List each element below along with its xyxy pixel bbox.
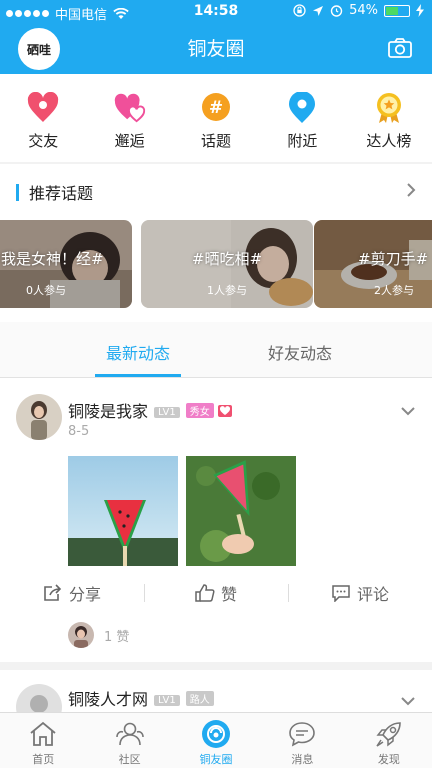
bottom-tab-bar: 首页 社区 铜友圈 消息 发现 [0, 712, 432, 768]
post-date: 8-5 [68, 424, 90, 439]
hash-icon: # [200, 92, 232, 124]
likes-count: 1 赞 [104, 629, 130, 645]
message-icon [287, 719, 317, 749]
nav-bar: 硒哇 铜友圈 [0, 24, 432, 74]
battery-percent: 54% [349, 3, 378, 18]
home-icon [28, 719, 58, 749]
topic-count: 1人参与 [207, 284, 247, 297]
feed-post: 铜陵人才网 LV1 路人 [0, 670, 432, 712]
heart-pin-icon [27, 92, 59, 124]
status-bar: 中国电信 14:58 54% [0, 0, 432, 24]
category-topics[interactable]: # 话题 [173, 74, 259, 162]
page-title: 铜友圈 [187, 38, 245, 60]
topic-card[interactable]: #我是女神！经# 0人参与 [0, 220, 132, 308]
tab-circle[interactable]: 铜友圈 [173, 713, 259, 768]
location-pin-icon [286, 92, 318, 124]
community-icon [115, 719, 145, 749]
topic-title: #剪刀手# [358, 250, 429, 268]
comment-button[interactable]: 评论 [288, 578, 432, 608]
category-nearby[interactable]: 附近 [259, 74, 345, 162]
likes-row[interactable]: 1 赞 [68, 622, 268, 648]
topic-card[interactable]: #剪刀手# 2人参与 [314, 220, 432, 308]
charging-icon [416, 4, 424, 17]
category-make-friends[interactable]: 交友 [0, 74, 86, 162]
topic-count: 2人参与 [374, 284, 414, 297]
post-username[interactable]: 铜陵是我家 LV1 秀女 [68, 398, 232, 422]
circle-icon [201, 719, 231, 749]
rocket-icon [374, 719, 404, 749]
share-button[interactable]: 分享 [0, 578, 144, 608]
tab-messages[interactable]: 消息 [259, 713, 345, 768]
topic-title: #我是女神！经# [0, 250, 104, 268]
tab-friends[interactable]: 好友动态 [240, 340, 360, 364]
section-header[interactable]: 推荐话题 [16, 180, 93, 204]
double-heart-icon [114, 92, 146, 124]
topic-title: #晒吃相# [191, 250, 263, 268]
comment-icon [332, 585, 350, 602]
level-badge: LV1 [154, 407, 180, 418]
chevron-down-icon[interactable] [400, 406, 416, 416]
heart-badge-icon [217, 405, 232, 417]
tab-community[interactable]: 社区 [86, 713, 172, 768]
svg-text:#: # [209, 98, 223, 118]
topic-carousel[interactable]: #我是女神！经# 0人参与 #晒吃相# 1人参与 #剪刀手# 2人参与 [0, 220, 432, 308]
share-icon [44, 584, 62, 601]
camera-icon[interactable] [388, 38, 412, 58]
tag-badge: 路人 [185, 691, 214, 706]
feed-post: 铜陵是我家 LV1 秀女 8-5 分享 赞 评论 1 赞 [0, 378, 432, 662]
like-button[interactable]: 赞 [144, 578, 288, 608]
rotation-lock-icon [293, 4, 306, 17]
post-photo[interactable] [186, 456, 296, 566]
tab-indicator [95, 374, 181, 377]
topic-count: 0人参与 [26, 284, 66, 297]
post-actions: 分享 赞 评论 [0, 578, 432, 608]
topic-card[interactable]: #晒吃相# 1人参与 [141, 220, 313, 308]
avatar[interactable] [16, 684, 62, 712]
post-photo[interactable] [68, 456, 178, 566]
category-row: 交友 邂逅 # 话题 附近 达人榜 [0, 74, 432, 162]
tab-home[interactable]: 首页 [0, 713, 86, 768]
category-ranking[interactable]: 达人榜 [346, 74, 432, 162]
feed-tabs: 最新动态 好友动态 [0, 322, 432, 378]
medal-icon [373, 92, 405, 124]
top-bar: 中国电信 14:58 54% 硒哇 铜友圈 [0, 0, 432, 74]
alarm-icon [330, 5, 343, 17]
thumbs-up-icon [195, 584, 215, 602]
battery-icon [384, 4, 410, 17]
level-badge: LV1 [154, 695, 180, 706]
recommended-topics-section: 推荐话题 #我是女神！经# 0人参与 #晒吃相# 1人参与 #剪刀手# 2人参与 [0, 164, 432, 322]
liker-avatar[interactable] [68, 622, 94, 648]
post-username[interactable]: 铜陵人才网 LV1 路人 [68, 686, 214, 710]
accent-bar [16, 183, 19, 201]
chevron-down-icon[interactable] [400, 696, 416, 706]
chevron-right-icon[interactable] [406, 182, 416, 198]
tab-discover[interactable]: 发现 [346, 713, 432, 768]
tab-latest[interactable]: 最新动态 [78, 340, 198, 364]
location-arrow-icon [313, 5, 324, 16]
avatar[interactable] [16, 394, 62, 440]
tag-badge: 秀女 [185, 403, 214, 418]
category-encounter[interactable]: 邂逅 [86, 74, 172, 162]
section-title: 推荐话题 [29, 184, 94, 203]
